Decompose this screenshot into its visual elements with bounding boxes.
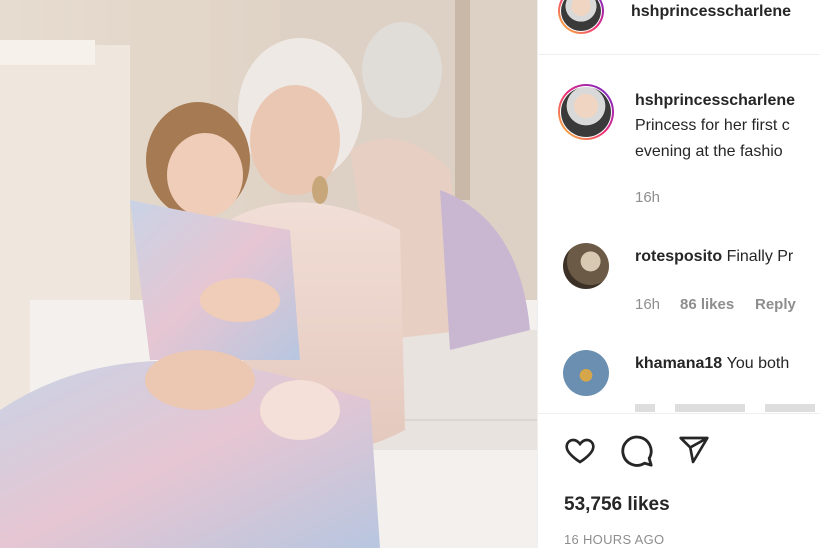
caption-time: 16h: [635, 189, 661, 206]
post-side-panel: hshprincesscharlene hshprincesscharlene …: [537, 0, 820, 548]
header-avatar[interactable]: [558, 0, 604, 34]
post-timestamp: 16 HOURS AGO: [564, 532, 665, 547]
comment-icon[interactable]: [620, 434, 654, 468]
header-username[interactable]: hshprincesscharlene: [631, 3, 791, 21]
likes-count[interactable]: 53,756 likes: [564, 494, 670, 516]
share-icon[interactable]: [677, 434, 711, 466]
comment-avatar[interactable]: [563, 243, 609, 289]
header-divider: [538, 54, 820, 55]
comment-row: khamana18 You both: [635, 355, 789, 373]
comment-username[interactable]: rotesposito: [635, 248, 722, 265]
comment-likes[interactable]: 86 likes: [680, 296, 734, 313]
caption-text-line2: evening at the fashio: [635, 143, 783, 160]
comment-meta-clipped: [635, 404, 815, 412]
comment-time: 16h: [635, 296, 661, 313]
comment-username[interactable]: khamana18: [635, 355, 722, 372]
post-photo[interactable]: [0, 0, 537, 548]
actions-divider: [538, 413, 820, 414]
comment-avatar[interactable]: [563, 350, 609, 396]
comment-reply-button[interactable]: Reply: [755, 296, 796, 313]
caption-avatar[interactable]: [558, 84, 614, 140]
comment-text: You both: [726, 355, 790, 372]
caption-text-line1: Princess for her first c: [635, 117, 790, 134]
comment-row: rotesposito Finally Pr: [635, 248, 793, 266]
heart-icon[interactable]: [563, 434, 597, 466]
comment-text: Finally Pr: [726, 248, 794, 265]
caption-username[interactable]: hshprincesscharlene: [635, 92, 795, 110]
post-image: [0, 0, 537, 548]
